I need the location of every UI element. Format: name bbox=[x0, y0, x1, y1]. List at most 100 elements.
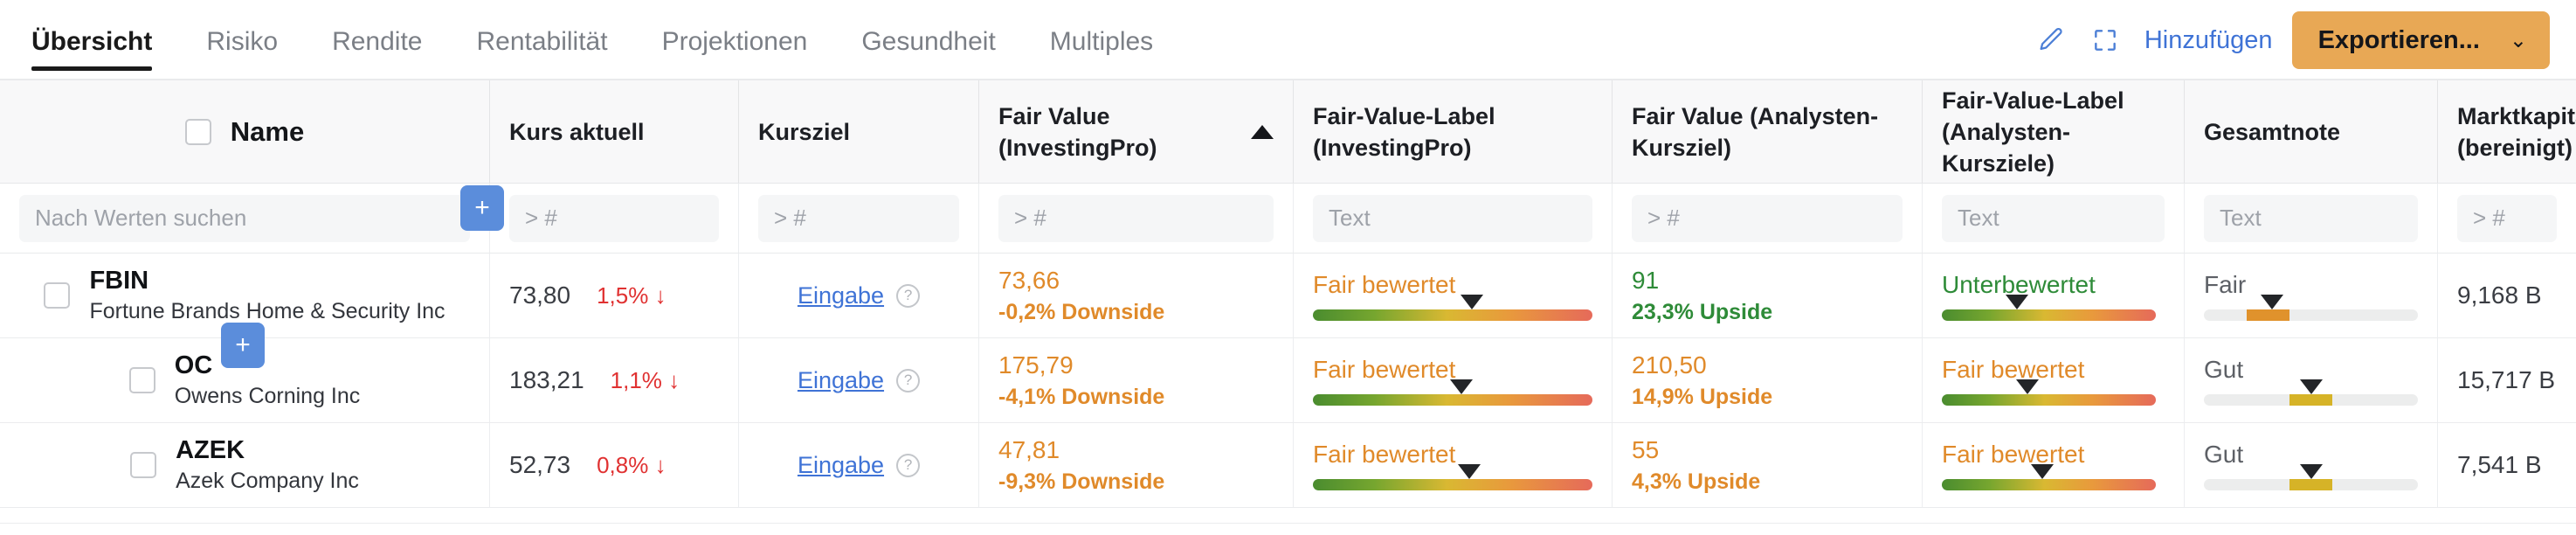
fair-value-gauge bbox=[1313, 464, 1592, 491]
table-row[interactable]: OC Owens Corning Inc 183,21 1,1% ↓ Einga… bbox=[0, 338, 2576, 423]
table-header-row: Name Kurs aktuell Kursziel Fair Value (I… bbox=[0, 80, 2576, 184]
help-icon[interactable]: ? bbox=[896, 368, 921, 393]
filter-cell-gesamtnote bbox=[2184, 184, 2437, 253]
row-checkbox[interactable] bbox=[44, 282, 71, 309]
tab-multiples[interactable]: Multiples bbox=[1050, 27, 1153, 71]
market-cap-value: 15,717 B bbox=[2457, 366, 2556, 393]
price-value: 52,73 bbox=[509, 451, 571, 478]
column-header-name[interactable]: Name bbox=[0, 80, 489, 183]
ticker-symbol: OC bbox=[174, 351, 213, 379]
filter-input-marktkap[interactable] bbox=[2457, 194, 2557, 242]
pencil-icon[interactable] bbox=[2024, 13, 2078, 67]
fullscreen-icon[interactable] bbox=[2078, 13, 2132, 67]
fair-value-amount: 47,81 bbox=[998, 435, 1060, 463]
analyst-target-delta: 14,9% Upside bbox=[1632, 384, 1773, 409]
analyst-target-amount: 210,50 bbox=[1632, 351, 1707, 379]
company-name: Azek Company Inc bbox=[176, 469, 359, 493]
analyst-fair-value-gauge bbox=[1942, 464, 2156, 491]
export-button-label: Exportieren... bbox=[2317, 25, 2480, 54]
cell-kurs-aktuell: 73,80 1,5% ↓ bbox=[489, 254, 738, 337]
kursziel-input-link[interactable]: Eingabe bbox=[798, 282, 884, 309]
filter-input-kursziel[interactable] bbox=[758, 194, 959, 242]
table-row[interactable]: FBIN Fortune Brands Home & Security Inc … bbox=[0, 254, 2576, 338]
search-input[interactable] bbox=[19, 194, 470, 242]
gauge-track bbox=[2204, 309, 2418, 321]
column-header-name-label: Name bbox=[230, 115, 305, 147]
analyst-fair-value-gauge bbox=[1942, 379, 2156, 406]
filter-input-fval[interactable] bbox=[1942, 194, 2165, 242]
tab-rentabilitaet[interactable]: Rentabilität bbox=[476, 27, 607, 71]
tab-risiko[interactable]: Risiko bbox=[206, 27, 278, 71]
analyst-fair-value-label: Fair bewertet bbox=[1942, 356, 2085, 383]
gauge-gradient-track bbox=[1313, 394, 1592, 406]
filter-input-gesamtnote[interactable] bbox=[2204, 194, 2418, 242]
tab-rendite[interactable]: Rendite bbox=[332, 27, 422, 71]
cell-gesamtnote: Gut bbox=[2184, 423, 2437, 507]
column-header-kurs-aktuell[interactable]: Kurs aktuell bbox=[489, 80, 738, 183]
cell-fair-value-label-analysten: Unterbewertet bbox=[1922, 254, 2184, 337]
analyst-target-amount: 55 bbox=[1632, 435, 1660, 463]
table-body: FBIN Fortune Brands Home & Security Inc … bbox=[0, 254, 2576, 508]
add-button[interactable]: Hinzufügen bbox=[2144, 26, 2273, 55]
filter-input-fv[interactable] bbox=[998, 194, 1274, 242]
fair-value-delta: -9,3% Downside bbox=[998, 469, 1165, 494]
filter-cell-kurs bbox=[489, 184, 738, 253]
gauge-segment bbox=[2289, 394, 2332, 406]
row-checkbox[interactable] bbox=[128, 367, 155, 393]
help-icon[interactable]: ? bbox=[896, 283, 921, 308]
column-header-gesamtnote[interactable]: Gesamtnote bbox=[2184, 80, 2437, 183]
kursziel-input-link[interactable]: Eingabe bbox=[798, 452, 884, 479]
fair-value-amount: 175,79 bbox=[998, 351, 1074, 379]
app-header: Übersicht Risiko Rendite Rentabilität Pr… bbox=[0, 0, 2576, 80]
cell-marktkapitalisierung: 15,717 B bbox=[2437, 338, 2576, 422]
tab-projektionen[interactable]: Projektionen bbox=[662, 27, 808, 71]
analyst-target-delta: 4,3% Upside bbox=[1632, 469, 1761, 494]
help-icon[interactable]: ? bbox=[896, 453, 921, 477]
add-column-button-row[interactable]: + bbox=[221, 323, 265, 368]
column-header-fair-value-investingpro[interactable]: Fair Value (InvestingPro) bbox=[978, 80, 1293, 183]
filter-input-fvl[interactable] bbox=[1313, 194, 1592, 242]
cell-fair-value-investingpro: 73,66 -0,2% Downside bbox=[978, 254, 1293, 337]
gauge-marker-icon bbox=[2005, 295, 2028, 309]
fair-value-delta: -4,1% Downside bbox=[998, 384, 1165, 409]
grade-label: Fair bbox=[2204, 271, 2247, 298]
filter-cell-marktkap bbox=[2437, 184, 2576, 253]
company-name: Fortune Brands Home & Security Inc bbox=[89, 299, 445, 323]
sort-ascending-icon[interactable] bbox=[1251, 124, 1274, 139]
column-header-fair-value-label-investingpro[interactable]: Fair-Value-Label (InvestingPro) bbox=[1293, 80, 1612, 183]
select-all-checkbox[interactable] bbox=[184, 118, 211, 145]
cell-gesamtnote: Gut bbox=[2184, 338, 2437, 422]
gauge-track bbox=[2204, 479, 2418, 490]
tab-uebersicht[interactable]: Übersicht bbox=[31, 27, 153, 71]
cell-kursziel: Eingabe ? bbox=[738, 338, 978, 422]
column-header-fair-value-label-analysten[interactable]: Fair-Value-Label (Analysten-Kursziele) bbox=[1922, 80, 2184, 183]
company-name: Owens Corning Inc bbox=[174, 384, 361, 408]
row-checkbox[interactable] bbox=[130, 452, 157, 478]
analyst-target-delta: 23,3% Upside bbox=[1632, 299, 1773, 324]
export-button[interactable]: Exportieren... ⌄ bbox=[2291, 11, 2550, 69]
column-header-fair-value-analysten[interactable]: Fair Value (Analysten-Kursziel) bbox=[1612, 80, 1922, 183]
gauge-gradient-track bbox=[1942, 309, 2156, 321]
add-column-button-header[interactable]: + bbox=[460, 185, 504, 231]
gauge-marker-icon bbox=[2299, 464, 2323, 479]
analyst-fair-value-label: Unterbewertet bbox=[1942, 271, 2096, 298]
column-header-kursziel[interactable]: Kursziel bbox=[738, 80, 978, 183]
filter-cell-fva bbox=[1612, 184, 1922, 253]
table-row[interactable]: AZEK Azek Company Inc 52,73 0,8% ↓ Einga… bbox=[0, 423, 2576, 508]
cell-fair-value-label-investingpro: Fair bewertet bbox=[1293, 338, 1612, 422]
gauge-marker-icon bbox=[2261, 295, 2284, 309]
column-header-marktkapitalisierung[interactable]: Marktkapita (bereinigt) bbox=[2437, 80, 2576, 183]
cell-kursziel: Eingabe ? bbox=[738, 254, 978, 337]
cell-fair-value-analysten: 55 4,3% Upside bbox=[1612, 423, 1922, 507]
gauge-marker-icon bbox=[2031, 464, 2055, 479]
filter-input-fva[interactable] bbox=[1632, 194, 1903, 242]
cell-fair-value-investingpro: 175,79 -4,1% Downside bbox=[978, 338, 1293, 422]
fair-value-gauge bbox=[1313, 379, 1592, 406]
grade-gauge bbox=[2204, 295, 2418, 322]
kursziel-input-link[interactable]: Eingabe bbox=[798, 367, 884, 394]
gauge-track bbox=[2204, 394, 2418, 406]
tab-gesundheit[interactable]: Gesundheit bbox=[861, 27, 995, 71]
cell-kurs-aktuell: 183,21 1,1% ↓ bbox=[489, 338, 738, 422]
filter-input-kurs[interactable] bbox=[509, 194, 719, 242]
fair-value-label: Fair bewertet bbox=[1313, 271, 1456, 298]
